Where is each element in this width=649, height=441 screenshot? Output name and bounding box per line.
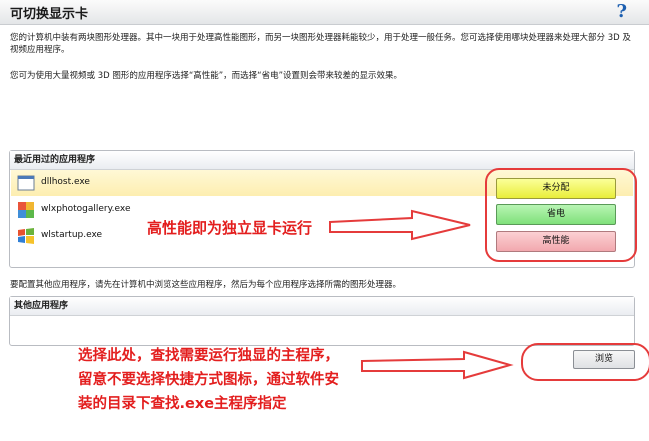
arrow-right-icon	[329, 209, 471, 241]
annotation-arrows	[329, 209, 514, 380]
arrow-right-icon	[361, 350, 514, 380]
